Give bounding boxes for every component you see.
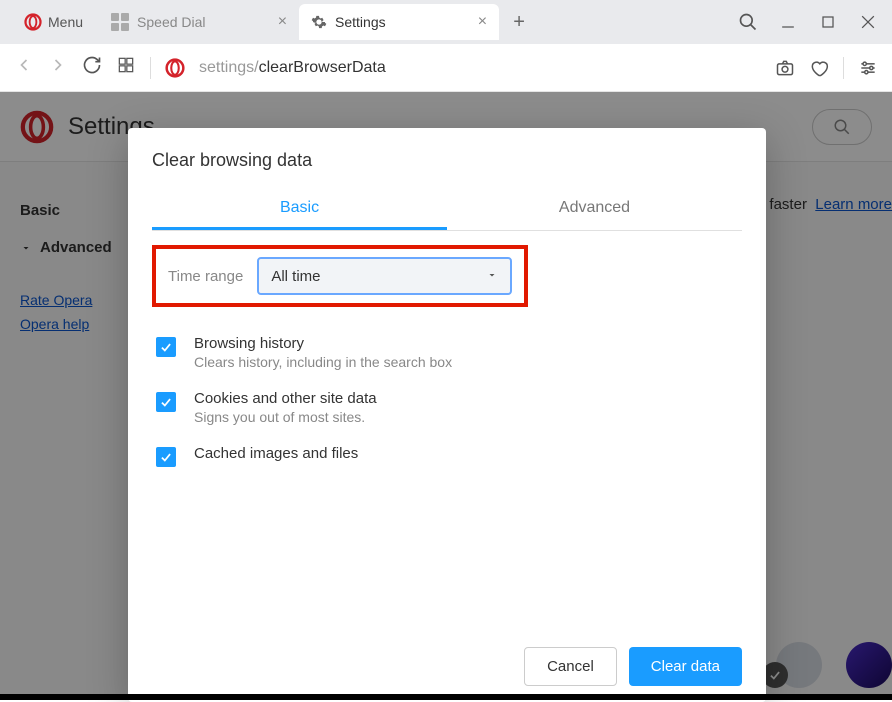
tab-label: Speed Dial	[137, 14, 206, 30]
tab-strip: Menu Speed Dial × Settings × +	[0, 0, 892, 44]
apps-icon[interactable]	[116, 55, 136, 80]
caret-down-icon	[486, 268, 498, 285]
heart-icon[interactable]	[809, 58, 829, 78]
back-button[interactable]	[14, 55, 34, 80]
option-cached[interactable]: Cached images and files	[152, 435, 742, 477]
option-title: Browsing history	[194, 335, 452, 352]
option-title: Cookies and other site data	[194, 390, 377, 407]
time-range-highlight: Time range All time	[152, 245, 528, 307]
minimize-icon[interactable]	[778, 12, 798, 32]
tab-label: Settings	[335, 14, 386, 30]
url-path: clearBrowserData	[259, 59, 386, 77]
opera-logo-icon	[24, 13, 42, 31]
speed-dial-icon	[111, 13, 129, 31]
url-display[interactable]: settings/clearBrowserData	[199, 59, 386, 77]
option-browsing-history[interactable]: Browsing history Clears history, includi…	[152, 325, 742, 380]
tab-basic[interactable]: Basic	[152, 189, 447, 230]
tab-advanced[interactable]: Advanced	[447, 189, 742, 230]
forward-button[interactable]	[48, 55, 68, 80]
gear-icon	[311, 14, 327, 30]
divider	[843, 57, 844, 79]
checkbox[interactable]	[156, 447, 176, 467]
opera-favicon-icon	[165, 58, 185, 78]
close-window-icon[interactable]	[858, 12, 878, 32]
close-icon[interactable]: ×	[478, 13, 487, 31]
checkbox[interactable]	[156, 337, 176, 357]
dialog-tabs: Basic Advanced	[152, 189, 742, 231]
tab-settings[interactable]: Settings ×	[299, 4, 499, 40]
option-title: Cached images and files	[194, 445, 358, 462]
time-range-label: Time range	[168, 268, 243, 285]
option-cookies[interactable]: Cookies and other site data Signs you ou…	[152, 380, 742, 435]
address-bar: settings/clearBrowserData	[0, 44, 892, 92]
search-icon[interactable]	[738, 12, 758, 32]
clear-data-button[interactable]: Clear data	[629, 647, 742, 686]
menu-label: Menu	[48, 14, 83, 30]
time-range-value: All time	[271, 268, 320, 285]
divider	[150, 57, 151, 79]
checkbox[interactable]	[156, 392, 176, 412]
window-controls	[738, 12, 892, 32]
maximize-icon[interactable]	[818, 12, 838, 32]
close-icon[interactable]: ×	[278, 13, 287, 31]
option-subtitle: Signs you out of most sites.	[194, 409, 377, 425]
menu-button[interactable]: Menu	[8, 0, 99, 44]
snapshot-icon[interactable]	[775, 58, 795, 78]
cancel-button[interactable]: Cancel	[524, 647, 617, 686]
easy-setup-icon[interactable]	[858, 58, 878, 78]
clear-data-dialog: Clear browsing data Basic Advanced Time …	[128, 128, 766, 702]
url-prefix: settings/	[199, 59, 259, 77]
dialog-title: Clear browsing data	[152, 150, 742, 171]
new-tab-button[interactable]: +	[499, 11, 539, 34]
dialog-footer: Cancel Clear data	[128, 631, 766, 702]
option-subtitle: Clears history, including in the search …	[194, 354, 452, 370]
bottom-bar	[0, 694, 892, 700]
reload-button[interactable]	[82, 55, 102, 80]
time-range-select[interactable]: All time	[257, 257, 512, 295]
right-icons	[775, 57, 878, 79]
tab-speed-dial[interactable]: Speed Dial ×	[99, 4, 299, 40]
